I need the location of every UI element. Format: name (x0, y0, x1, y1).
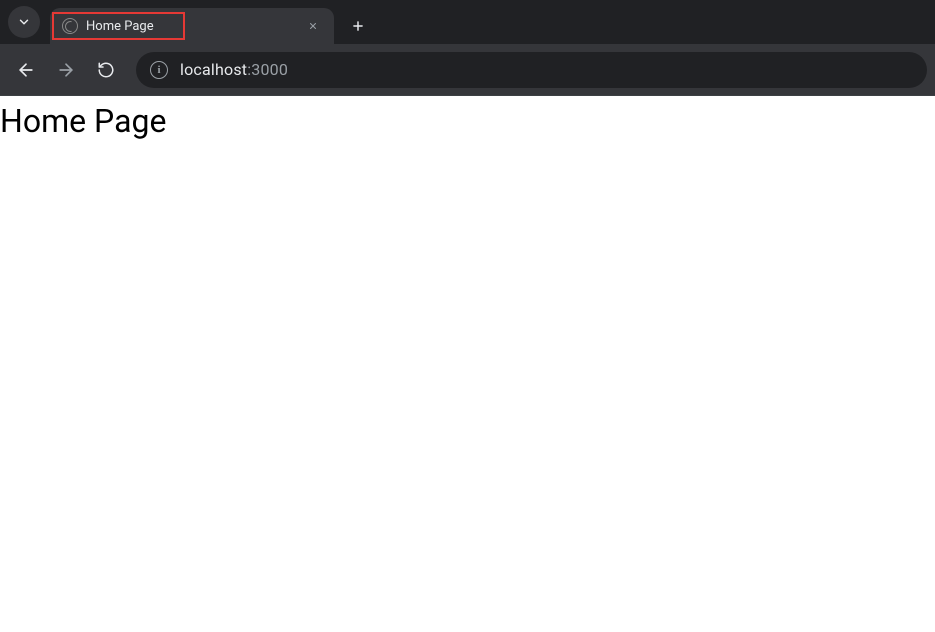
globe-icon (62, 18, 78, 34)
plus-icon (351, 19, 365, 33)
browser-tab[interactable]: Home Page (50, 8, 334, 44)
tab-title: Home Page (86, 19, 296, 34)
url-port: :3000 (247, 60, 288, 79)
page-viewport: Home Page (0, 96, 935, 632)
tab-strip: Home Page (0, 0, 935, 44)
address-bar[interactable]: i localhost:3000 (136, 52, 927, 88)
page-heading: Home Page (0, 102, 935, 140)
reload-button[interactable] (88, 52, 124, 88)
back-button[interactable] (8, 52, 44, 88)
browser-toolbar: i localhost:3000 (0, 44, 935, 96)
reload-icon (97, 61, 115, 79)
site-info-icon[interactable]: i (150, 61, 168, 79)
forward-button[interactable] (48, 52, 84, 88)
chevron-down-icon (17, 15, 31, 29)
window-dropdown-button[interactable] (8, 6, 40, 38)
url-text: localhost:3000 (180, 60, 288, 79)
arrow-left-icon (16, 60, 36, 80)
new-tab-button[interactable] (344, 12, 372, 40)
arrow-right-icon (56, 60, 76, 80)
url-host: localhost (180, 60, 247, 79)
close-icon (308, 21, 318, 31)
tab-close-button[interactable] (304, 17, 322, 35)
